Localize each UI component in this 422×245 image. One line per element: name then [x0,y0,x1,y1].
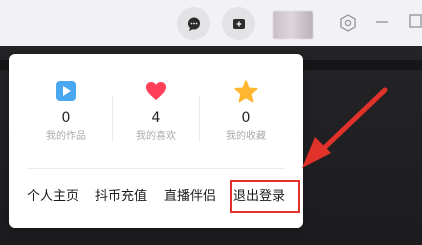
annotation-arrow [302,87,388,168]
